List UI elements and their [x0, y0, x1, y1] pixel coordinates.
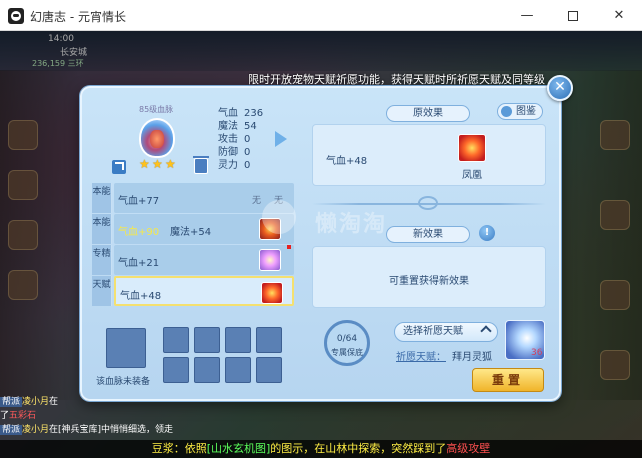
window-titlebar: 幻唐志 - 元宵情长 — ✕: [0, 0, 642, 31]
marquee-map-link[interactable]: [山水玄机图]: [207, 442, 271, 455]
panda-app-icon: [8, 8, 24, 24]
chat-player[interactable]: 凌小月: [22, 425, 49, 435]
equip-slot-label: 该血脉未装备: [96, 377, 151, 387]
stat-name: 气血: [218, 108, 238, 119]
chat-text: 在[神兵宝库]中悄悄细选，领走: [49, 425, 174, 435]
chat-text: 了: [0, 411, 10, 421]
stat-value: 236: [244, 108, 264, 119]
chat-item[interactable]: 五彩石: [9, 411, 36, 421]
marquee-speaker: 豆浆：: [151, 442, 185, 455]
phoenix-icon: [261, 282, 283, 304]
watermark-logo: [262, 200, 296, 234]
talent-category: 天赋: [92, 276, 112, 306]
new-effect-title: 新效果: [386, 226, 470, 243]
stat-row: 魔法 54: [218, 120, 263, 133]
item-slot[interactable]: [163, 357, 189, 383]
talent-primary: 气血+48: [120, 291, 162, 302]
gallery-button[interactable]: 图鉴: [497, 103, 543, 120]
stat-name: 魔法: [218, 121, 238, 132]
stat-value: 0: [244, 134, 251, 145]
stat-name: 防御: [218, 147, 238, 158]
item-slot[interactable]: [256, 327, 282, 353]
stat-name: 灵力: [218, 160, 238, 171]
chat-player[interactable]: 凌小月: [22, 397, 49, 407]
original-effect-title: 原效果: [386, 105, 470, 122]
talent-row[interactable]: 天赋 气血+48: [92, 276, 294, 306]
stat-row: 灵力 0: [218, 159, 263, 172]
reset-button[interactable]: 重置: [472, 368, 544, 392]
talent-primary: 气血+77: [118, 196, 160, 207]
star-icon: ★: [165, 157, 176, 171]
stat-row: 防御 0: [218, 146, 263, 159]
talent-row[interactable]: 专精 气血+21: [92, 245, 294, 275]
original-effect-name: 凤凰: [462, 170, 482, 181]
protection-label: 专属保底: [331, 348, 363, 357]
close-window-button[interactable]: ✕: [596, 0, 642, 31]
item-slot[interactable]: [225, 327, 251, 353]
talent-cell-selected[interactable]: 气血+48: [114, 276, 294, 306]
share-icon[interactable]: [112, 160, 126, 174]
ornament-knot: [418, 196, 438, 210]
wing-icon: [259, 249, 281, 271]
talent-cell[interactable]: 气血+21: [114, 245, 294, 275]
item-slot[interactable]: [163, 327, 189, 353]
info-icon[interactable]: !: [479, 225, 495, 241]
chat-channel: 帮派: [0, 425, 23, 435]
original-effect-text: 气血+48: [326, 156, 368, 167]
stat-row: 攻击 0: [218, 133, 263, 146]
chat-text: 在: [49, 397, 59, 407]
stat-value: 0: [244, 160, 251, 171]
maximize-button[interactable]: [550, 0, 596, 31]
stat-value: 54: [244, 121, 257, 132]
arrow-right-icon: [275, 131, 287, 147]
talent-primary: 气血+90: [118, 227, 160, 238]
star-icon: ★: [139, 157, 150, 171]
minimize-button[interactable]: —: [504, 0, 550, 31]
maximize-icon: [568, 10, 578, 21]
announcement-banner: 限时开放宠物天赋祈愿功能，获得天赋时所祈愿天赋及同等级: [248, 73, 545, 86]
wish-talent-value: 拜月灵狐: [452, 352, 492, 363]
bloodline-gem-core: [150, 130, 164, 148]
protection-value: 0/64: [336, 334, 358, 344]
marquee-text: 的图示，在山林中探索，突然踩到了: [270, 442, 447, 455]
talent-secondary: 魔法+54: [170, 227, 212, 238]
window-title: 幻唐志 - 元宵情长: [30, 10, 126, 24]
talent-category: 本能: [92, 214, 112, 244]
chat-log: 帮派 凌小月在 了五彩石 帮派 凌小月在[神兵宝库]中悄悄细选，领走: [0, 395, 240, 437]
close-dialog-button[interactable]: ✕: [547, 75, 573, 101]
talent-category: 本能: [92, 183, 112, 213]
bloodline-level: 85级血脉: [139, 105, 174, 114]
chat-line: 帮派 凌小月在[神兵宝库]中悄悄细选，领走: [0, 423, 240, 437]
watermark-text: 懒淘淘: [315, 212, 388, 237]
system-marquee: 豆浆：依照[山水玄机图]的图示，在山林中探索，突然踩到了高级攻壁: [0, 440, 642, 458]
chat-channel: 帮派: [0, 397, 23, 407]
wish-talent-label[interactable]: 祈愿天赋：: [396, 348, 446, 363]
stat-value: 0: [244, 147, 251, 158]
stat-name: 攻击: [218, 134, 238, 145]
item-slot[interactable]: [194, 357, 220, 383]
equip-slot[interactable]: [106, 328, 146, 368]
talent-primary: 气血+21: [118, 258, 160, 269]
notification-dot: [287, 245, 291, 249]
item-slot[interactable]: [194, 327, 220, 353]
marquee-trap: 高级攻壁: [446, 442, 491, 455]
chat-line: 帮派 凌小月在: [0, 395, 240, 409]
talent-empty: 无: [252, 196, 262, 206]
new-effect-text: 可重置获得新效果: [389, 276, 469, 287]
phoenix-icon: [458, 134, 486, 162]
item-slot[interactable]: [256, 357, 282, 383]
trash-icon[interactable]: [193, 156, 209, 174]
talent-category: 专精: [92, 245, 112, 275]
pet-stats: 气血 236 魔法 54 攻击 0 防御 0 灵力 0: [218, 107, 263, 172]
marquee-text: 依照: [184, 442, 207, 455]
chat-line: 了五彩石: [0, 409, 240, 423]
stat-row: 气血 236: [218, 107, 263, 120]
item-slot[interactable]: [225, 357, 251, 383]
wish-item-count: 36: [531, 348, 543, 358]
star-icon: ★: [152, 157, 163, 171]
